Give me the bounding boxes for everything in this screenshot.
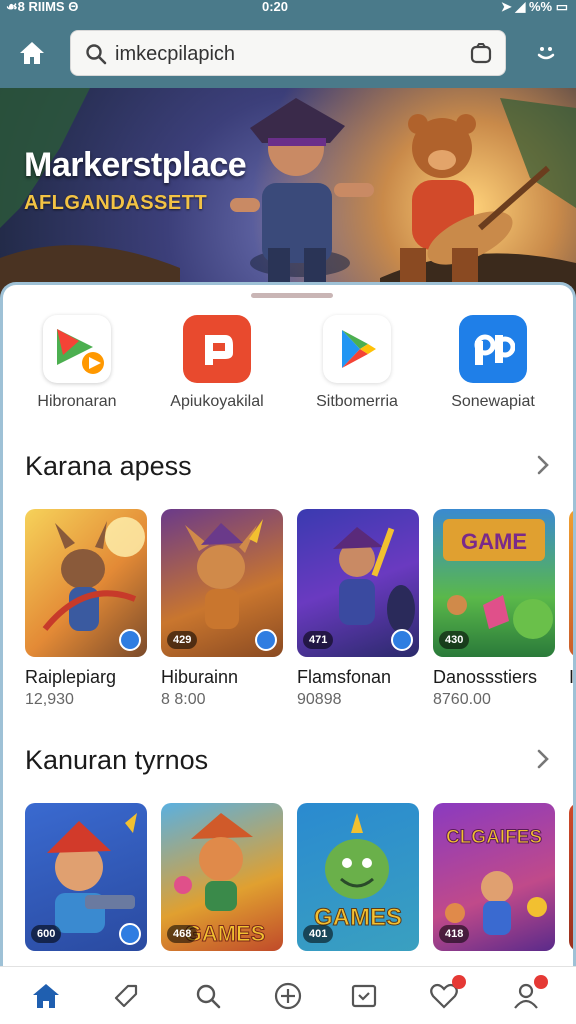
colorful-play-icon xyxy=(43,315,111,383)
top-header xyxy=(0,16,576,88)
red-p-icon xyxy=(183,315,251,383)
verified-icon xyxy=(119,629,141,651)
app-tile[interactable]: Sonewapiat xyxy=(423,311,563,421)
card-badge: 471 xyxy=(303,631,334,649)
nav-search[interactable] xyxy=(190,979,226,1013)
card-thumbnail: CLGAIFES 418 xyxy=(433,803,555,951)
status-bar: ☙8 RIIMS Θ 0:20 ➤ ◢ %% ▭ xyxy=(0,0,576,16)
card-title: Raiplepiarg xyxy=(25,667,117,687)
nav-add[interactable] xyxy=(270,979,306,1013)
search-input[interactable] xyxy=(115,39,445,69)
inbox-icon xyxy=(351,984,377,1008)
game-card[interactable]: 429 Hiburainn 8 8:00 xyxy=(161,509,283,719)
section-title: Kanuran tyrnos xyxy=(25,745,209,775)
section-title: Karana apess xyxy=(25,451,192,481)
verified-icon xyxy=(391,629,413,651)
status-time: 0:20 xyxy=(262,0,289,14)
card-thumbnail: 600 xyxy=(25,803,147,951)
card-thumbnail: 429 xyxy=(161,509,283,657)
svg-text:GAME: GAME xyxy=(461,529,527,554)
sheet-handle[interactable] xyxy=(251,293,333,298)
notification-badge xyxy=(452,975,466,989)
card-badge: 600 xyxy=(31,925,62,943)
search-bar[interactable] xyxy=(70,30,506,76)
card-thumbnail: GAME 430 xyxy=(433,509,555,657)
art-text: CLGAIFES xyxy=(446,827,542,848)
app-label: Sitbomerria xyxy=(316,393,398,410)
plus-circle-icon xyxy=(274,982,302,1010)
game-card-row: Raiplepiarg 12,930 429 Hiburainn 8 8:00 … xyxy=(25,509,575,719)
card-title: I xyxy=(569,667,575,687)
game-card[interactable]: GAMES 401 xyxy=(297,803,419,972)
hero-banner[interactable]: Markerstplace AFLGANDASSETT xyxy=(0,88,576,298)
game-card-row: 600 GAMES 468 GAMES 401 CLGAIFES 418 xyxy=(25,803,573,972)
nav-home[interactable] xyxy=(28,979,64,1013)
nav-inbox[interactable] xyxy=(346,979,382,1013)
verified-icon xyxy=(255,629,277,651)
card-badge: 430 xyxy=(439,631,470,649)
card-thumbnail: GAMES 401 xyxy=(297,803,419,951)
card-badge: 401 xyxy=(303,925,334,943)
app-tile[interactable]: Hibronaran xyxy=(7,311,147,421)
marketplace-screen: ☙8 RIIMS Θ 0:20 ➤ ◢ %% ▭ imkecpilapich M… xyxy=(0,0,576,1024)
nav-profile[interactable] xyxy=(508,975,548,1013)
search-icon xyxy=(196,984,221,1009)
app-tile[interactable]: Apiukoyakilal xyxy=(147,311,287,421)
home-button[interactable] xyxy=(14,36,50,70)
house-icon xyxy=(20,42,44,64)
card-thumbnail xyxy=(569,509,573,657)
featured-apps-row: Hibronaran Apiukoyakilal Sitbomerria Son… xyxy=(3,311,573,421)
card-title: Hiburainn xyxy=(161,667,239,687)
scan-icon[interactable] xyxy=(469,42,493,66)
card-title: Flamsfonan xyxy=(297,667,392,687)
app-label: Apiukoyakilal xyxy=(170,393,264,410)
game-card[interactable]: GAME 430 Danossstiers 8760.00 xyxy=(433,509,555,719)
game-card[interactable]: Raiplepiarg 12,930 xyxy=(25,509,147,719)
app-label: Sonewapiat xyxy=(451,393,535,410)
status-left: ☙8 RIIMS Θ xyxy=(6,0,79,14)
play-store-icon xyxy=(323,315,391,383)
card-thumbnail xyxy=(25,509,147,657)
card-thumbnail: GAMES 468 xyxy=(161,803,283,951)
card-badge: 418 xyxy=(439,925,470,943)
app-tile[interactable]: Sitbomerria xyxy=(287,311,427,421)
profile-face-icon[interactable] xyxy=(532,38,560,66)
card-price: 90898 xyxy=(297,691,342,708)
status-right: ➤ ◢ %% ▭ xyxy=(500,0,568,14)
game-card[interactable]: CLGAIFES 418 xyxy=(433,803,555,972)
card-title: Danossstiers xyxy=(433,667,538,687)
notification-badge xyxy=(534,975,548,989)
game-card[interactable]: 471 Flamsfonan 90898 xyxy=(297,509,419,719)
card-badge: 429 xyxy=(167,631,198,649)
game-card[interactable]: GAMES 468 xyxy=(161,803,283,972)
card-price: 8 8:00 xyxy=(161,691,206,708)
banner-subtitle: AFLGANDASSETT xyxy=(24,192,208,214)
game-card[interactable]: I xyxy=(569,509,575,719)
game-card[interactable]: 600 xyxy=(25,803,147,972)
chevron-right-icon[interactable] xyxy=(533,747,553,771)
verified-icon xyxy=(119,923,141,945)
card-thumbnail: 471 xyxy=(297,509,419,657)
search-icon xyxy=(86,44,107,65)
app-label: Hibronaran xyxy=(37,393,117,410)
card-badge: 468 xyxy=(167,925,198,943)
banner-title: Markerstplace xyxy=(24,146,247,184)
nav-favorites[interactable] xyxy=(426,975,466,1013)
chevron-right-icon[interactable] xyxy=(533,453,553,477)
blue-p-icon xyxy=(459,315,527,383)
nav-tag[interactable] xyxy=(108,979,144,1013)
game-card[interactable] xyxy=(569,803,573,972)
bottom-navigation xyxy=(0,966,576,1024)
tag-icon xyxy=(114,984,138,1008)
home-icon xyxy=(33,984,59,1008)
content-sheet: Hibronaran Apiukoyakilal Sitbomerria Son… xyxy=(0,282,576,972)
card-price: 12,930 xyxy=(25,691,74,708)
card-price: 8760.00 xyxy=(433,691,491,708)
card-thumbnail xyxy=(569,803,573,951)
